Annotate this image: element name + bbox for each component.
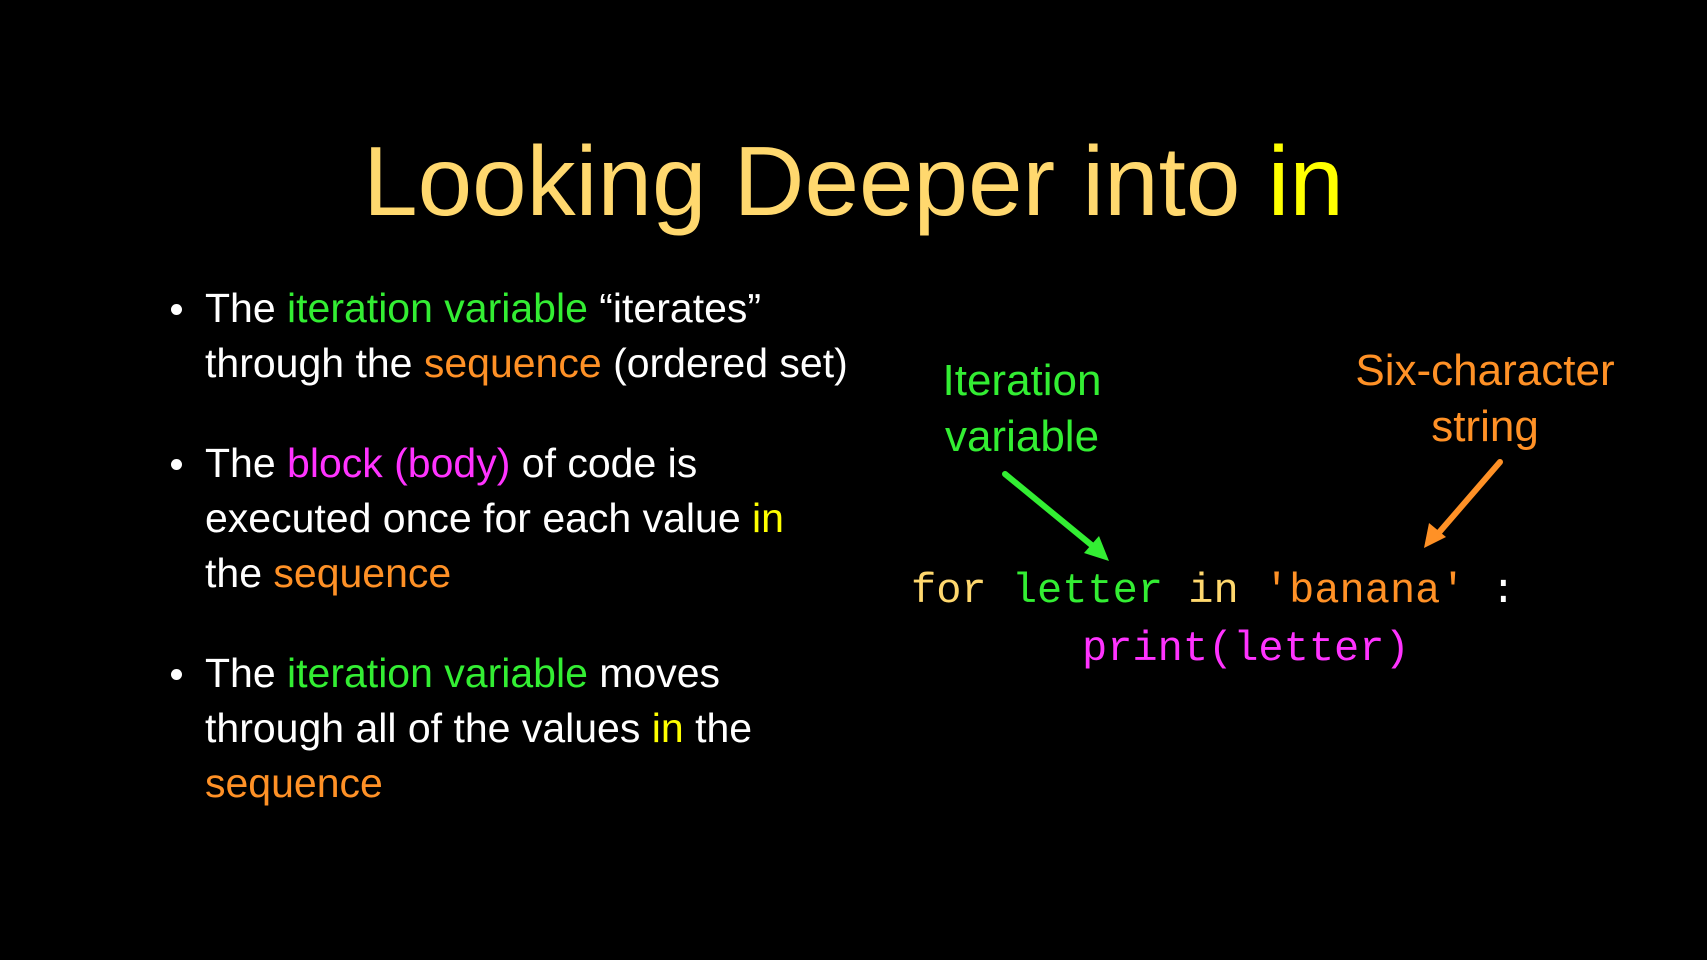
bullet-text: The [205, 285, 288, 331]
code-string: 'banana' [1263, 567, 1466, 615]
callout-six-character-string: Six-character string [1330, 343, 1640, 455]
bullet-item: The iteration variable moves through all… [168, 646, 848, 811]
bullet-dot [171, 459, 182, 470]
title-keyword: in [1267, 126, 1344, 236]
term-sequence: sequence [273, 550, 452, 596]
term-iteration-variable: iteration variable [287, 650, 588, 696]
bullet-dot [171, 669, 182, 680]
bullet-text: The [205, 440, 288, 486]
title-text: Looking Deeper into [363, 126, 1268, 236]
bullet-text: The [205, 650, 288, 696]
bullet-list: The iteration variable “iterates” throug… [168, 281, 848, 856]
bullet-item: The block (body) of code is executed onc… [168, 436, 848, 601]
code-keyword-for: for [911, 567, 987, 615]
callout-line: Six-character [1355, 346, 1615, 395]
code-iteration-variable: letter [1011, 567, 1164, 615]
term-in: in [651, 705, 684, 751]
code-body: print(letter) [1082, 625, 1410, 673]
bullet-text: (ordered set) [601, 340, 848, 386]
bullet-item: The iteration variable “iterates” throug… [168, 281, 848, 391]
arrow-iteration-variable [1002, 471, 1109, 561]
slide-title: Looking Deeper into in [0, 122, 1707, 240]
bullet-dot [171, 304, 182, 315]
callout-line: variable [944, 412, 1100, 461]
bullet-text: the [683, 705, 753, 751]
code-colon: : [1490, 567, 1517, 615]
code-line-for: for letter in 'banana' : [911, 562, 1516, 620]
term-sequence: sequence [423, 340, 602, 386]
term-block: block (body) [287, 440, 511, 486]
bullet-text: the [205, 550, 274, 596]
term-sequence: sequence [205, 760, 383, 806]
code-line-body: print(letter) [1082, 620, 1410, 678]
code-keyword-in: in [1188, 567, 1239, 615]
callout-line: Iteration [942, 356, 1102, 405]
slide: Looking Deeper into in The iteration var… [0, 0, 1707, 960]
arrow-six-character-string [1424, 459, 1503, 548]
callout-line: string [1431, 402, 1539, 451]
term-in: in [752, 495, 784, 541]
term-iteration-variable: iteration variable [287, 285, 588, 331]
callout-iteration-variable: Iteration variable [912, 353, 1132, 465]
